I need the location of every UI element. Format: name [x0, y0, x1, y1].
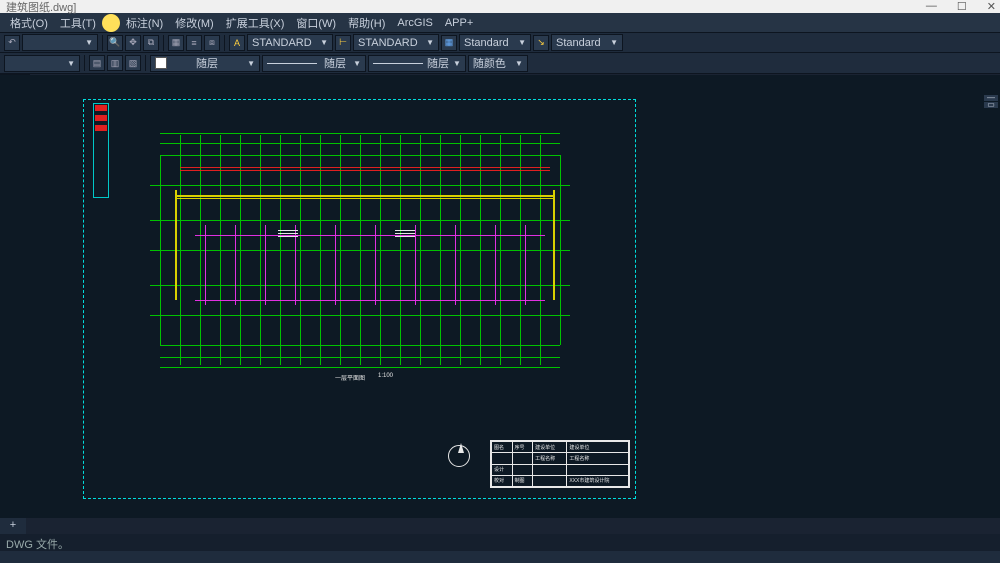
add-layout-tab[interactable]: + — [6, 519, 20, 533]
command-line[interactable]: DWG 文件。 — [0, 534, 1000, 551]
menu-arcgis[interactable]: ArcGIS — [391, 15, 438, 31]
tb-mleader-icon[interactable]: ↘ — [533, 35, 549, 51]
tb-dimstyle-icon[interactable]: ⊢ — [335, 35, 351, 51]
window-controls: — ☐ ✕ — [926, 0, 996, 13]
viewport-collapse: — ▭ — [984, 95, 998, 108]
menu-format[interactable]: 格式(O) — [4, 13, 54, 33]
tb-tablestyle-icon[interactable]: ▦ — [441, 35, 457, 51]
toolbar-layers: ▼ ▤ ▥ ▧ 随层▼ 随层▼ 随层▼ 随颜色▼ — [0, 53, 1000, 74]
toolbar-sep — [224, 35, 225, 51]
tb-props-icon[interactable]: ⧈ — [204, 35, 220, 51]
minimize-icon[interactable]: — — [926, 0, 937, 13]
linetype-preview-icon — [267, 63, 317, 64]
lineweight-preview-icon — [373, 63, 423, 64]
tb-layeroff-icon[interactable]: ▥ — [107, 55, 123, 71]
menu-modify[interactable]: 修改(M) — [169, 13, 220, 33]
toolbar-sep — [84, 55, 85, 71]
command-line-text: DWG 文件。 — [6, 539, 69, 551]
menubar: 格式(O) 工具(T) 绘图(D) 标注(N) 修改(M) 扩展工具(X) 窗口… — [0, 13, 1000, 32]
menu-help[interactable]: 帮助(H) — [342, 13, 391, 33]
menu-app[interactable]: APP+ — [439, 15, 479, 31]
maximize-icon[interactable]: ☐ — [957, 0, 967, 13]
combo-color[interactable]: 随层▼ — [150, 55, 260, 72]
color-swatch-icon — [155, 57, 167, 69]
status-bar — [0, 551, 1000, 563]
tb-textstyle-icon[interactable]: A — [229, 35, 245, 51]
tb-layerfreeze-icon[interactable]: ▧ — [125, 55, 141, 71]
tb-undo-icon[interactable]: ↶ — [4, 35, 20, 51]
tb-grid-icon[interactable]: ▦ — [168, 35, 184, 51]
menu-extend[interactable]: 扩展工具(X) — [220, 13, 291, 33]
window-titlebar: 建筑图纸.dwg] — ☐ ✕ — [0, 0, 1000, 13]
drawing-title-label: 一层平面图 — [335, 373, 365, 382]
menu-tools[interactable]: 工具(T) — [54, 13, 102, 33]
toolbar-sep — [163, 35, 164, 51]
tb-layeriso-icon[interactable]: ▤ — [89, 55, 105, 71]
title-block-table: 图名序号建设单位建设单位 工程名称工程名称 设计 校对制图XXX市建筑设计院 — [490, 440, 630, 488]
collapse-box-icon[interactable]: ▭ — [984, 102, 998, 108]
combo-textstyle[interactable]: STANDARD▼ — [247, 34, 333, 51]
drawing-canvas[interactable]: 一层平面图 1:100 图名序号建设单位建设单位 工程名称工程名称 设计 校对制… — [0, 75, 1000, 518]
menu-dimension[interactable]: 标注(N) — [120, 13, 169, 33]
combo-plotstyle[interactable]: 随颜色▼ — [468, 55, 528, 72]
drawing-scale-label: 1:100 — [378, 373, 393, 379]
close-icon[interactable]: ✕ — [987, 0, 996, 13]
combo-tablestyle[interactable]: Standard▼ — [459, 34, 531, 51]
tb-zoom-icon[interactable]: 🔍 — [107, 35, 123, 51]
combo-lineweight[interactable]: 随层▼ — [368, 55, 466, 72]
menu-draw[interactable]: 绘图(D) — [102, 14, 120, 32]
north-arrow-icon — [448, 445, 470, 467]
combo-layer-empty[interactable]: ▼ — [4, 55, 80, 72]
tb-pan-icon[interactable]: ✥ — [125, 35, 141, 51]
toolbar-sep — [102, 35, 103, 51]
menu-window[interactable]: 窗口(W) — [290, 13, 342, 33]
tb-list-icon[interactable]: ≡ — [186, 35, 202, 51]
combo-mleaderstyle[interactable]: Standard▼ — [551, 34, 623, 51]
window-title-text: 建筑图纸.dwg] — [6, 0, 76, 15]
tb-zoomwin-icon[interactable]: ⧉ — [143, 35, 159, 51]
tb-empty-combo[interactable]: ▼ — [22, 34, 98, 51]
combo-linetype[interactable]: 随层▼ — [262, 55, 366, 72]
toolbar-sep — [145, 55, 146, 71]
combo-dimstyle[interactable]: STANDARD▼ — [353, 34, 439, 51]
layout-tabstrip: + — [0, 518, 26, 534]
toolbar-main: ↶ ▼ 🔍 ✥ ⧉ ▦ ≡ ⧈ A STANDARD▼ ⊢ STANDARD▼ … — [0, 32, 1000, 53]
